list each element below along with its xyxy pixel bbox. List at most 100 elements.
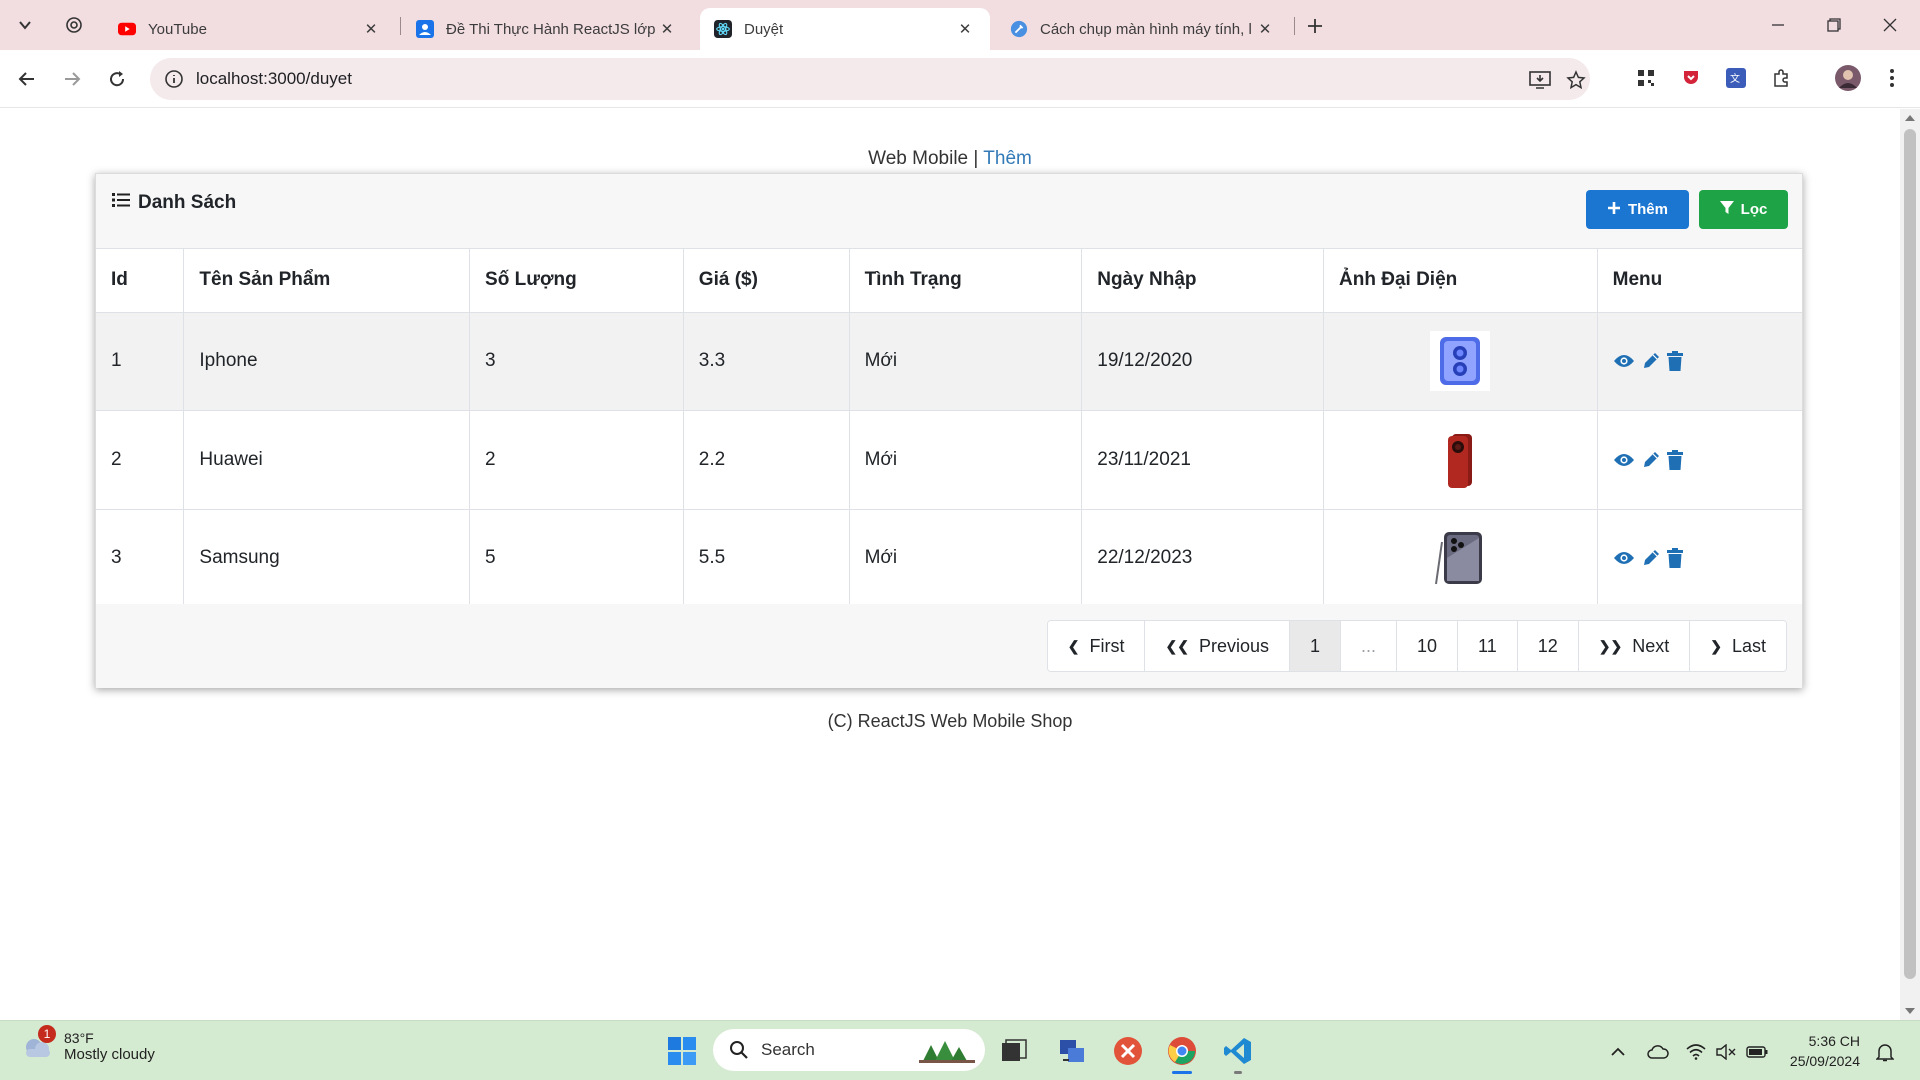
taskbar-app-tools[interactable] (1108, 1031, 1148, 1071)
qr-extension-icon[interactable] (1634, 66, 1658, 90)
back-button[interactable] (10, 62, 44, 96)
page-last-button[interactable]: ❯ Last (1690, 621, 1786, 671)
translate-extension-icon[interactable]: 文 (1724, 66, 1748, 90)
reload-button[interactable] (100, 62, 134, 96)
add-product-button[interactable]: Thêm (1586, 190, 1689, 229)
notifications-button[interactable] (1872, 1039, 1898, 1065)
delete-trash-icon[interactable] (1666, 548, 1683, 569)
column-header-image[interactable]: Ảnh Đại Diện (1323, 249, 1598, 313)
nav-link-them[interactable]: Thêm (983, 148, 1032, 169)
gray-phone-image (1430, 528, 1490, 588)
tab-de-thi[interactable]: Đề Thi Thực Hành ReactJS lớp T ✕ (402, 8, 692, 50)
taskbar-app-net[interactable] (1052, 1031, 1092, 1071)
taskbar-clock[interactable]: 5:36 CH 25/09/2024 (1780, 1031, 1860, 1071)
page-scrollbar[interactable] (1900, 109, 1920, 1020)
cell-date: 23/11/2021 (1081, 410, 1325, 510)
new-tab-button[interactable] (1300, 13, 1330, 39)
vscode-icon (1224, 1038, 1251, 1064)
page-first-button[interactable]: ❮ First (1047, 621, 1146, 671)
filter-button[interactable]: Lọc (1699, 190, 1788, 229)
nav-brand: Web Mobile (868, 148, 969, 169)
bell-icon (1876, 1044, 1894, 1062)
red-phone-image (1430, 430, 1490, 490)
vscode-running-indicator (1234, 1071, 1242, 1074)
scroll-down-arrow-icon[interactable] (1905, 1008, 1915, 1014)
chatgpt-pinned-tab[interactable] (64, 15, 84, 35)
onedrive-tray-icon[interactable] (1645, 1039, 1671, 1065)
browser-menu-icon[interactable] (1880, 66, 1904, 90)
edit-pencil-icon[interactable] (1641, 351, 1661, 371)
close-tab-icon[interactable]: ✕ (360, 18, 382, 40)
table-row: 3 Samsung 5 5.5 Mới 22/12/2023 (96, 509, 1802, 608)
column-header-name[interactable]: Tên Sản Phẩm (183, 249, 471, 313)
restore-button[interactable] (1806, 0, 1862, 50)
install-app-icon[interactable] (1528, 68, 1552, 92)
clock-time: 5:36 CH (1808, 1033, 1860, 1049)
cell-image (1323, 410, 1598, 510)
pocket-extension-icon[interactable] (1679, 66, 1703, 90)
page-next-button[interactable]: ❯❯ Next (1578, 621, 1691, 671)
page-number-12[interactable]: 12 (1517, 621, 1579, 671)
windows-icon (668, 1037, 696, 1065)
view-eye-icon[interactable] (1613, 452, 1635, 468)
profile-avatar[interactable] (1834, 64, 1862, 92)
close-window-button[interactable] (1862, 0, 1918, 50)
address-bar[interactable]: localhost:3000/duyet (150, 58, 1590, 100)
close-tab-icon[interactable]: ✕ (954, 18, 976, 40)
taskbar-app-vscode[interactable] (1218, 1031, 1258, 1071)
column-header-quantity[interactable]: Số Lượng (469, 249, 684, 313)
show-hidden-icons-button[interactable] (1605, 1039, 1631, 1065)
url-text[interactable]: localhost:3000/duyet (196, 69, 352, 89)
cell-image (1323, 312, 1598, 411)
weather-widget[interactable]: 1 83°F Mostly cloudy (20, 1025, 155, 1063)
extensions-puzzle-icon[interactable] (1769, 66, 1793, 90)
list-icon (112, 192, 130, 214)
product-list-card: Danh Sách Thêm Lọc Id Tên Sản Phẩm Số Lư… (95, 173, 1803, 688)
delete-trash-icon[interactable] (1666, 351, 1683, 372)
page-previous-button[interactable]: ❮❮ Previous (1145, 621, 1290, 671)
volume-tray-icon[interactable] (1713, 1039, 1739, 1065)
close-tab-icon[interactable]: ✕ (1254, 18, 1276, 40)
network-app-icon (1060, 1040, 1084, 1062)
cell-quantity: 3 (469, 312, 684, 411)
column-header-price[interactable]: Giá ($) (683, 249, 850, 313)
taskbar-search[interactable]: Search (713, 1029, 985, 1071)
start-button[interactable] (662, 1031, 702, 1071)
scrollbar-thumb[interactable] (1904, 129, 1916, 979)
cell-id: 2 (96, 410, 185, 510)
scroll-up-arrow-icon[interactable] (1905, 115, 1915, 121)
row-actions (1613, 351, 1787, 372)
windows-taskbar: 1 83°F Mostly cloudy Search 5:36 CH 25/0… (0, 1020, 1920, 1080)
column-header-id[interactable]: Id (96, 249, 185, 313)
view-eye-icon[interactable] (1613, 353, 1635, 369)
tab-duyet[interactable]: Duyệt ✕ (700, 8, 990, 50)
column-header-status[interactable]: Tình Trạng (849, 249, 1083, 313)
wifi-tray-icon[interactable] (1683, 1039, 1709, 1065)
tab-search-button[interactable] (10, 12, 40, 38)
cell-name: Samsung (183, 509, 471, 608)
page-footer: (C) ReactJS Web Mobile Shop (827, 711, 1073, 731)
page-number-10[interactable]: 10 (1397, 621, 1459, 671)
delete-trash-icon[interactable] (1666, 449, 1683, 470)
tab-cach-chup[interactable]: Cách chụp màn hình máy tính, l ✕ (996, 8, 1290, 50)
site-info-icon[interactable] (164, 69, 184, 89)
column-header-date[interactable]: Ngày Nhập (1081, 249, 1325, 313)
bookmark-star-icon[interactable] (1564, 68, 1588, 92)
task-view-button[interactable] (994, 1031, 1034, 1071)
tab-youtube[interactable]: YouTube ✕ (104, 8, 396, 50)
tab-separator (1294, 17, 1295, 35)
close-tab-icon[interactable]: ✕ (656, 18, 678, 40)
card-title: Danh Sách (112, 192, 236, 214)
minimize-button[interactable] (1750, 0, 1806, 50)
taskbar-app-chrome[interactable] (1162, 1031, 1202, 1071)
edit-pencil-icon[interactable] (1641, 548, 1661, 568)
page-number-1[interactable]: 1 (1289, 621, 1341, 671)
battery-tray-icon[interactable] (1744, 1039, 1770, 1065)
forward-button[interactable] (55, 62, 89, 96)
view-eye-icon[interactable] (1613, 550, 1635, 566)
search-label: Search (761, 1040, 815, 1059)
cell-quantity: 2 (469, 410, 684, 510)
browser-tab-strip: YouTube ✕ Đề Thi Thực Hành ReactJS lớp T… (0, 0, 1920, 50)
page-number-11[interactable]: 11 (1458, 621, 1518, 671)
edit-pencil-icon[interactable] (1641, 450, 1661, 470)
